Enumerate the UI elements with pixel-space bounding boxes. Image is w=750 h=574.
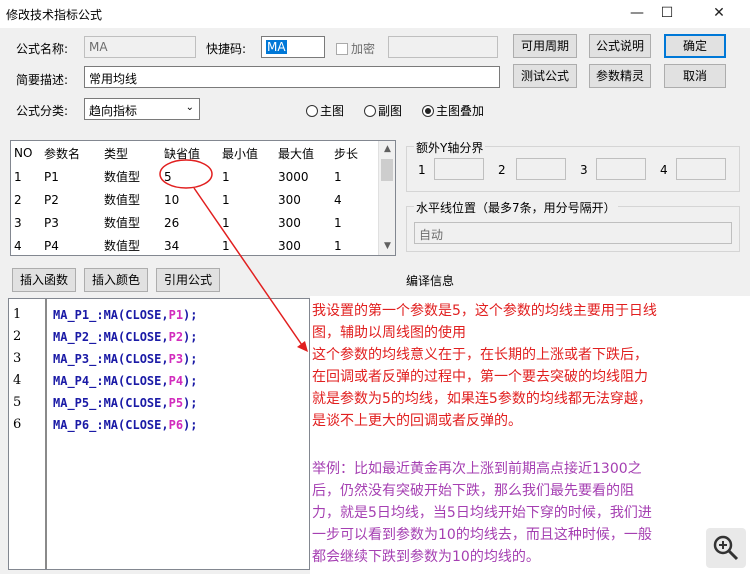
highlight-circle	[159, 159, 213, 189]
arrow-head	[297, 341, 308, 352]
zoom-icon[interactable]	[706, 528, 746, 568]
formula-editor-window: 修改技术指标公式 — ☐ ✕ 公式名称: MA 快捷码: MA 加密 可用周期 …	[0, 0, 750, 574]
magnifier-icon	[713, 535, 739, 561]
arrow-line	[193, 187, 305, 349]
annotation-arrow-overlay	[159, 159, 308, 352]
